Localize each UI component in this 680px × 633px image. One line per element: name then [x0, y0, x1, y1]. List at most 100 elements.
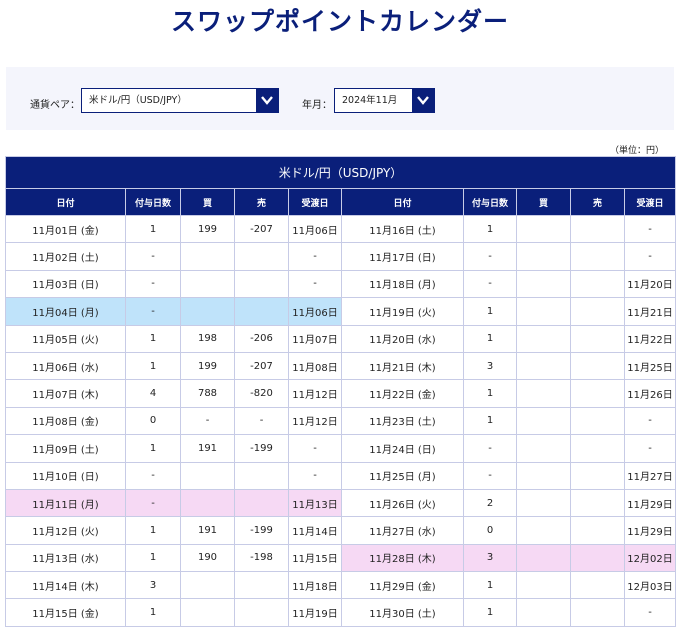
- date-cell: 11月24日 (日): [341, 434, 464, 463]
- sell-cell: [570, 516, 625, 545]
- delivery-cell: -: [623, 598, 677, 627]
- date-cell: 11月08日 (金): [5, 406, 126, 436]
- days-cell: 1: [463, 571, 517, 600]
- days-cell: 1: [125, 434, 181, 463]
- delivery-cell: 12月02日: [623, 543, 677, 573]
- swap-calendar-table: 米ドル/円（USD/JPY） 日付 付与日数 買 売 受渡日 日付 付与日数 買…: [4, 156, 677, 627]
- header-sell: 売: [234, 188, 289, 216]
- pair-select-button[interactable]: [256, 89, 278, 112]
- days-cell: 3: [125, 571, 181, 600]
- sell-cell: -207: [234, 214, 289, 244]
- table-row: 11月05日 (火) 1 198 -206 11月07日 11月20日 (水) 1 11月22…: [5, 324, 677, 353]
- sell-cell: [570, 324, 625, 353]
- delivery-cell: -: [623, 406, 677, 436]
- sell-cell: -206: [234, 324, 289, 353]
- page-title: スワップポイントカレンダー: [170, 7, 509, 36]
- days-cell: 4: [125, 379, 181, 408]
- date-cell: 11月06日 (水): [5, 351, 126, 381]
- buy-cell: [516, 598, 571, 627]
- date-cell: 11月03日 (日): [5, 269, 126, 299]
- date-cell: 11月07日 (木): [5, 379, 126, 408]
- date-cell: 11月10日 (日): [5, 461, 126, 490]
- days-cell: 3: [463, 351, 517, 381]
- delivery-cell: 11月19日: [288, 598, 342, 627]
- days-cell: -: [463, 461, 517, 490]
- date-cell: 11月13日 (水): [5, 543, 126, 573]
- table-row: 11月02日 (土) - -11月17日 (日) - -: [5, 242, 677, 271]
- delivery-cell: 11月06日: [288, 214, 342, 244]
- chevron-down-icon: [417, 96, 429, 105]
- buy-cell: [516, 488, 571, 518]
- delivery-cell: 11月06日: [288, 297, 342, 326]
- buy-cell: [516, 269, 571, 299]
- table-row: 11月03日 (日) - -11月18日 (月) -11月20日: [5, 269, 677, 299]
- delivery-cell: 12月03日: [623, 571, 677, 600]
- days-cell: -: [125, 242, 181, 271]
- buy-cell: [180, 571, 235, 600]
- date-cell: 11月04日 (月): [5, 297, 126, 326]
- buy-cell: [516, 214, 571, 244]
- buy-cell: [180, 242, 235, 271]
- delivery-cell: 11月22日: [623, 324, 677, 353]
- month-select-button[interactable]: [412, 89, 434, 112]
- buy-cell: [180, 598, 235, 627]
- date-cell: 11月25日 (月): [341, 461, 464, 490]
- buy-cell: 198: [180, 324, 235, 353]
- sell-cell: [234, 269, 289, 299]
- buy-cell: [180, 488, 235, 518]
- days-cell: -: [463, 269, 517, 299]
- buy-cell: [516, 543, 571, 573]
- table-row: 11月07日 (木) 4 788 -820 11月12日 11月22日 (金) 1 11月26…: [5, 379, 677, 408]
- sell-cell: [570, 571, 625, 600]
- header-date: 日付: [5, 188, 126, 216]
- sell-cell: [570, 297, 625, 326]
- days-cell: 1: [125, 324, 181, 353]
- header-sell: 売: [570, 188, 625, 216]
- buy-cell: 191: [180, 516, 235, 545]
- pair-select[interactable]: 米ドル/円（USD/JPY）: [81, 88, 279, 113]
- buy-cell: [516, 434, 571, 463]
- table-row: 11月14日 (木) 3 11月18日 11月29日 (金) 1 12月03日: [5, 571, 677, 600]
- delivery-cell: 11月29日: [623, 516, 677, 545]
- sell-cell: -198: [234, 543, 289, 573]
- sell-cell: [570, 598, 625, 627]
- sell-cell: [234, 297, 289, 326]
- days-cell: -: [463, 242, 517, 271]
- buy-cell: [516, 297, 571, 326]
- days-cell: 1: [125, 214, 181, 244]
- delivery-cell: -: [288, 242, 342, 271]
- buy-cell: [516, 324, 571, 353]
- date-cell: 11月05日 (火): [5, 324, 126, 353]
- delivery-cell: 11月25日: [623, 351, 677, 381]
- date-cell: 11月01日 (金): [5, 214, 126, 244]
- date-cell: 11月17日 (日): [341, 242, 464, 271]
- sell-cell: [234, 488, 289, 518]
- sell-cell: -820: [234, 379, 289, 408]
- delivery-cell: 11月08日: [288, 351, 342, 381]
- date-cell: 11月11日 (月): [5, 488, 126, 518]
- delivery-cell: 11月18日: [288, 571, 342, 600]
- table-row: 11月09日 (土) 1 191 -199-11月24日 (日) - -: [5, 434, 677, 463]
- date-cell: 11月18日 (月): [341, 269, 464, 299]
- date-cell: 11月23日 (土): [341, 406, 464, 436]
- pair-select-value: 米ドル/円（USD/JPY）: [89, 95, 187, 106]
- days-cell: 0: [463, 516, 517, 545]
- table-row: 11月11日 (月) - 11月13日 11月26日 (火) 2 11月29日: [5, 488, 677, 518]
- date-cell: 11月14日 (木): [5, 571, 126, 600]
- buy-cell: 199: [180, 351, 235, 381]
- date-cell: 11月19日 (火): [341, 297, 464, 326]
- delivery-cell: 11月15日: [288, 543, 342, 573]
- header-buy: 買: [180, 188, 235, 216]
- delivery-cell: 11月20日: [623, 269, 677, 299]
- buy-cell: [516, 516, 571, 545]
- delivery-cell: 11月29日: [623, 488, 677, 518]
- date-cell: 11月12日 (火): [5, 516, 126, 545]
- month-select[interactable]: 2024年11月: [334, 88, 435, 113]
- sell-cell: [570, 488, 625, 518]
- delivery-cell: -: [288, 269, 342, 299]
- delivery-cell: -: [288, 434, 342, 463]
- header-days: 付与日数: [125, 188, 181, 216]
- delivery-cell: 11月14日: [288, 516, 342, 545]
- buy-cell: [516, 351, 571, 381]
- date-cell: 11月16日 (土): [341, 214, 464, 244]
